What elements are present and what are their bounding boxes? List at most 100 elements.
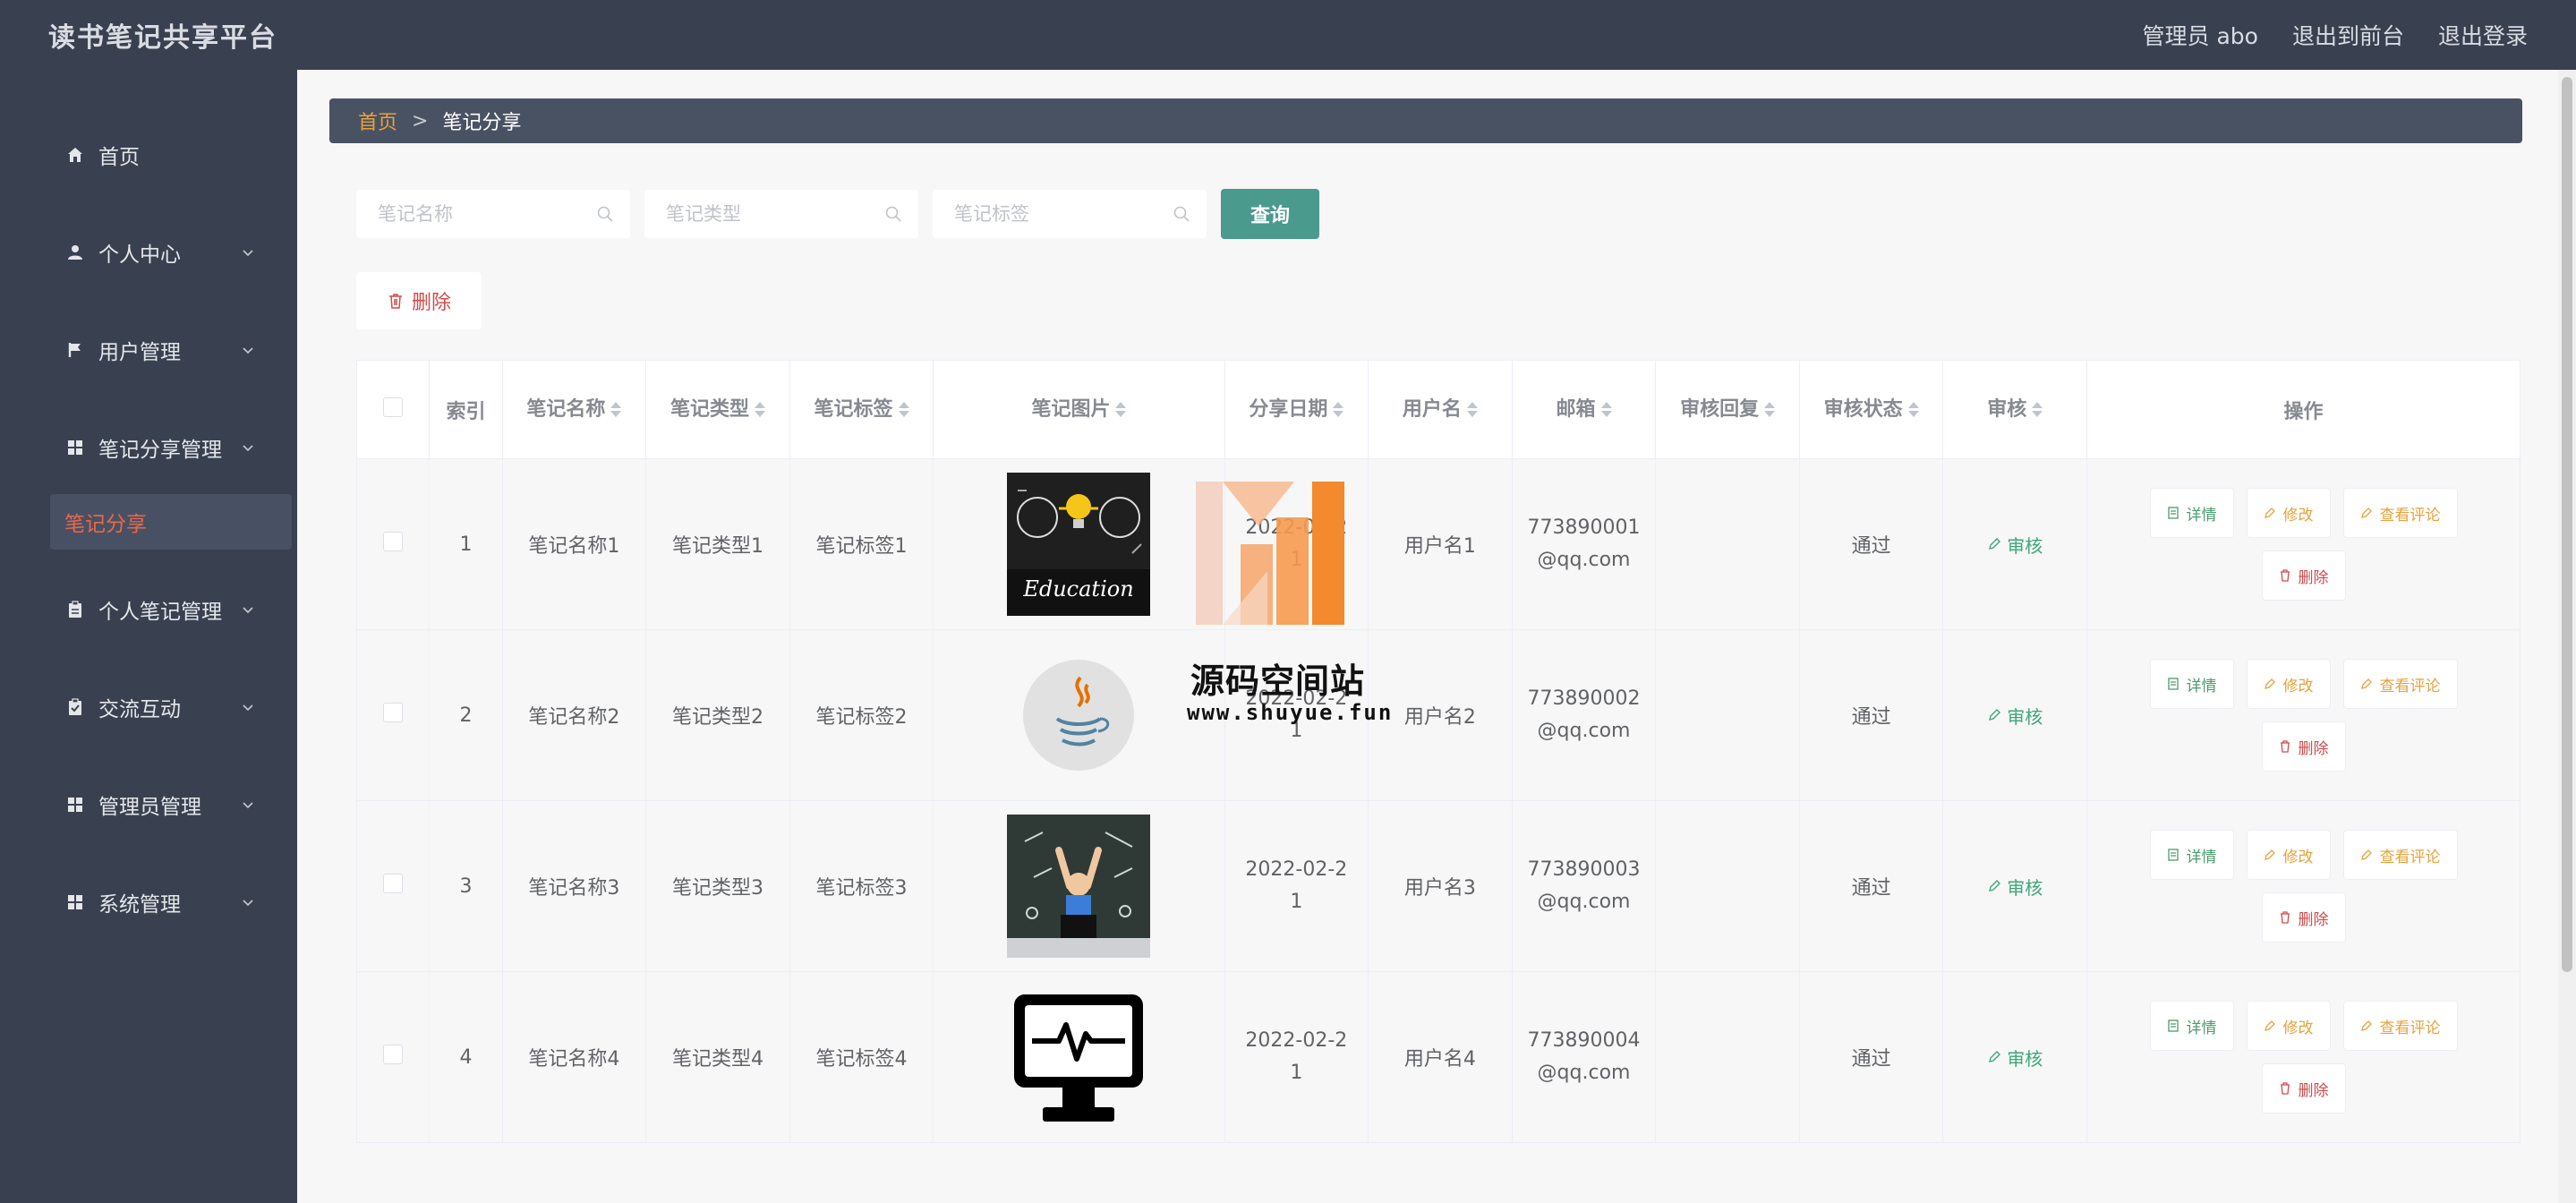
sidebar-item-personal-notes[interactable]: 个人笔记管理 — [0, 560, 297, 658]
column-header[interactable]: 笔记图片 — [933, 360, 1225, 459]
edit-button[interactable]: 修改 — [2246, 659, 2331, 709]
sidebar-item-note-share-management[interactable]: 笔记分享管理 — [0, 398, 297, 496]
email-cell: 773890001@qq.com — [1511, 458, 1657, 630]
column-header[interactable]: 审核 — [1942, 360, 2088, 459]
note-tag-input[interactable] — [954, 203, 1169, 225]
delete-button[interactable]: 删除 — [2261, 550, 2346, 601]
scrollbar-thumb[interactable] — [2562, 77, 2572, 972]
sidebar-item-system-management[interactable]: 系统管理 — [0, 853, 297, 951]
admin-user-link[interactable]: 管理员 abo — [2143, 19, 2258, 51]
sort-icon[interactable] — [2032, 402, 2043, 417]
row-checkbox[interactable] — [383, 874, 404, 893]
sidebar-item-label: 首页 — [98, 145, 140, 169]
sort-icon[interactable] — [1764, 402, 1776, 417]
pencil-icon — [2264, 1020, 2275, 1031]
query-button[interactable]: 查询 — [1221, 189, 1319, 239]
actions-cell: 详情 修改 查看评论 删除 — [2086, 800, 2521, 972]
student-chalkboard-image — [1007, 815, 1151, 958]
delete-button[interactable]: 删除 — [2261, 892, 2346, 943]
column-header[interactable]: 审核状态 — [1798, 360, 1944, 459]
edit-button[interactable]: 修改 — [2246, 830, 2331, 880]
edit-button[interactable]: 修改 — [2246, 1001, 2331, 1051]
view-comments-button[interactable]: 查看评论 — [2342, 1001, 2458, 1051]
index-cell: 2 — [429, 629, 503, 801]
sort-icon[interactable] — [1115, 402, 1127, 417]
notes-table: 索引 笔记名称 笔记类型 笔记标签 笔记图片 分享日期 用户名 邮箱 审核回复 … — [355, 360, 2521, 1143]
audit-button[interactable]: 审核 — [1987, 532, 2043, 558]
note-name-search-box — [356, 190, 630, 238]
sidebar-item-home[interactable]: 首页 — [0, 106, 297, 203]
column-header[interactable]: 笔记标签 — [789, 360, 934, 459]
search-icon — [885, 206, 901, 222]
sidebar-item-label: 个人笔记管理 — [98, 600, 222, 624]
sort-icon[interactable] — [898, 402, 909, 417]
sort-icon[interactable] — [754, 402, 765, 417]
monitor-pulse-image — [1007, 985, 1151, 1129]
audit-status-cell: 通过 — [1798, 800, 1944, 972]
pencil-icon — [1989, 880, 2001, 892]
note-type-input[interactable] — [666, 203, 881, 225]
column-header[interactable]: 邮箱 — [1511, 360, 1657, 459]
column-header[interactable]: 分享日期 — [1224, 360, 1369, 459]
table-header-row: 索引 笔记名称 笔记类型 笔记标签 笔记图片 分享日期 用户名 邮箱 审核回复 … — [355, 360, 2521, 459]
detail-button[interactable]: 详情 — [2149, 659, 2234, 709]
column-header[interactable]: 用户名 — [1368, 360, 1513, 459]
breadcrumb-separator: > — [412, 109, 429, 132]
view-comments-button[interactable]: 查看评论 — [2342, 659, 2458, 709]
sort-icon[interactable] — [1600, 402, 1612, 417]
column-header[interactable]: 笔记类型 — [645, 360, 790, 459]
detail-button[interactable]: 详情 — [2149, 1001, 2234, 1051]
detail-button[interactable]: 详情 — [2149, 488, 2234, 538]
email-cell: 773890004@qq.com — [1511, 971, 1657, 1143]
logout-link[interactable]: 退出登录 — [2438, 19, 2528, 51]
audit-reply-cell — [1655, 458, 1800, 630]
app-title: 读书笔记共享平台 — [48, 22, 277, 54]
sort-icon[interactable] — [1333, 402, 1344, 417]
audit-button[interactable]: 审核 — [1987, 874, 2043, 900]
chevron-down-icon — [243, 899, 253, 906]
select-all-checkbox[interactable] — [383, 397, 404, 417]
column-header: 索引 — [429, 360, 503, 459]
row-checkbox[interactable] — [383, 532, 404, 551]
note-image-cell — [933, 800, 1225, 972]
sidebar-subitem-note-share[interactable]: 笔记分享 — [50, 494, 292, 550]
sidebar-item-admin-management[interactable]: 管理员管理 — [0, 755, 297, 853]
edit-button[interactable]: 修改 — [2246, 488, 2331, 538]
note-type-search-box — [644, 190, 918, 238]
pencil-icon — [1989, 709, 2001, 721]
pencil-icon — [2264, 508, 2275, 518]
share-date-cell: 2022-02-21 — [1224, 458, 1369, 630]
row-checkbox[interactable] — [383, 1045, 404, 1064]
detail-button[interactable]: 详情 — [2149, 830, 2234, 880]
main-content: 首页 > 笔记分享 查询 删除 索引 — [297, 70, 2576, 1203]
view-comments-button[interactable]: 查看评论 — [2342, 830, 2458, 880]
sort-icon[interactable] — [1466, 402, 1478, 417]
breadcrumb-current: 笔记分享 — [442, 112, 522, 134]
delete-button[interactable]: 删除 — [2261, 1063, 2346, 1113]
audit-button[interactable]: 审核 — [1987, 1045, 2043, 1071]
audit-button[interactable]: 审核 — [1987, 703, 2043, 729]
chevron-down-icon — [243, 801, 253, 808]
note-name-input[interactable] — [378, 203, 593, 225]
index-cell: 1 — [429, 458, 503, 630]
view-comments-button[interactable]: 查看评论 — [2342, 488, 2458, 538]
chevron-down-icon — [243, 704, 253, 711]
sort-icon[interactable] — [610, 402, 622, 417]
sidebar-item-user-management[interactable]: 用户管理 — [0, 301, 297, 398]
batch-delete-button[interactable]: 删除 — [356, 272, 482, 329]
delete-button[interactable]: 删除 — [2261, 721, 2346, 772]
column-header[interactable]: 审核回复 — [1655, 360, 1800, 459]
note-type-cell: 笔记类型1 — [645, 458, 790, 630]
sidebar-item-personal-center[interactable]: 个人中心 — [0, 203, 297, 301]
breadcrumb-home-link[interactable]: 首页 — [358, 107, 397, 135]
sort-icon[interactable] — [1907, 402, 1919, 417]
sidebar-item-label: 个人中心 — [98, 243, 181, 267]
pencil-icon — [1989, 538, 2001, 550]
row-checkbox[interactable] — [383, 703, 404, 722]
column-header[interactable]: 笔记名称 — [501, 360, 647, 459]
sidebar-item-interaction[interactable]: 交流互动 — [0, 658, 297, 755]
clipboard-icon — [64, 599, 86, 620]
chevron-down-icon — [243, 249, 253, 256]
exit-to-frontend-link[interactable]: 退出到前台 — [2292, 19, 2404, 51]
top-bar: 读书笔记共享平台 管理员 abo 退出到前台 退出登录 — [0, 0, 2576, 70]
